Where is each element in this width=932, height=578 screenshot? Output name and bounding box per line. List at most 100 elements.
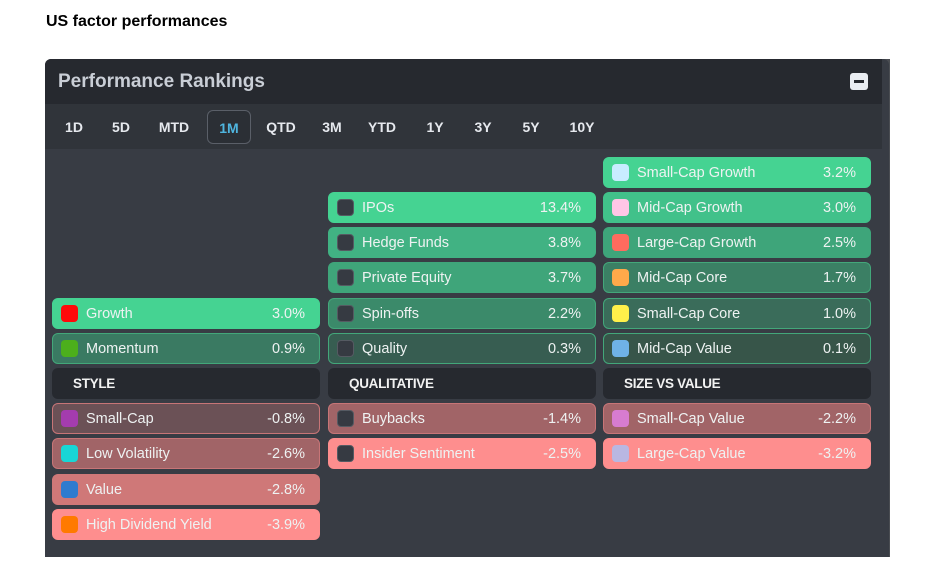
legend-swatch-icon[interactable] (337, 304, 354, 322)
legend-swatch-icon[interactable] (337, 269, 354, 287)
factor-row[interactable]: Hedge Funds 3.8% (328, 227, 596, 259)
factor-value: 13.4% (539, 200, 581, 216)
factor-row[interactable]: Small-Cap -0.8% (52, 403, 320, 435)
factor-name: Spin-offs (362, 305, 419, 322)
factor-row[interactable]: Small-Cap Value -2.2% (603, 403, 871, 435)
factor-name: IPOs (362, 200, 395, 216)
collapse-icon[interactable] (850, 73, 868, 90)
tab-1d[interactable]: 1D (56, 110, 92, 144)
legend-swatch-icon[interactable] (612, 304, 629, 322)
factor-value: -2.8% (267, 481, 305, 498)
factor-value: 0.1% (822, 340, 856, 357)
factor-value: -3.2% (818, 446, 856, 463)
factor-row[interactable]: IPOs 13.4% (328, 192, 596, 223)
factor-value: 3.8% (547, 235, 581, 252)
factor-row[interactable]: Spin-offs 2.2% (328, 297, 596, 329)
factor-value: 1.7% (822, 270, 856, 287)
factor-row[interactable]: Private Equity 3.7% (328, 262, 596, 294)
factor-value: 3.2% (822, 164, 856, 181)
factor-name: Hedge Funds (362, 235, 450, 252)
legend-swatch-icon[interactable] (337, 339, 354, 357)
factor-name: Private Equity (362, 270, 452, 287)
factor-row[interactable]: Large-Cap Growth 2.5% (603, 227, 871, 259)
legend-swatch-icon[interactable] (61, 515, 78, 533)
factor-value: 0.9% (271, 340, 305, 357)
factor-value: 3.0% (822, 200, 856, 216)
factor-name: Low Volatility (86, 446, 170, 463)
legend-swatch-icon[interactable] (337, 234, 354, 252)
factor-name: High Dividend Yield (86, 516, 212, 533)
factor-name: Mid-Cap Value (637, 340, 732, 357)
factor-value: -2.2% (818, 411, 856, 428)
factor-row[interactable]: Quality 0.3% (328, 332, 596, 364)
factor-value: 3.7% (547, 270, 581, 287)
factor-value: 1.0% (822, 305, 856, 322)
factor-row[interactable]: High Dividend Yield -3.9% (52, 508, 320, 540)
factor-row[interactable]: Mid-Cap Core 1.7% (603, 262, 871, 294)
factor-name: Value (86, 481, 123, 498)
legend-swatch-icon[interactable] (612, 163, 629, 181)
factor-row[interactable]: Value -2.8% (52, 473, 320, 505)
legend-swatch-icon[interactable] (612, 269, 629, 287)
tab-1m[interactable]: 1M (207, 110, 251, 144)
factor-value: -2.6% (267, 446, 305, 463)
group-header-label: QUALITATIVE (349, 376, 434, 391)
factor-row[interactable]: Buybacks -1.4% (328, 403, 596, 435)
factor-name: Momentum (86, 340, 159, 357)
factor-row[interactable]: Mid-Cap Value 0.1% (603, 332, 871, 364)
factor-name: Growth (86, 305, 133, 322)
legend-swatch-icon[interactable] (612, 410, 629, 428)
tab-mtd[interactable]: MTD (150, 110, 198, 144)
group-header-style: STYLE (52, 368, 320, 399)
factor-value: 0.3% (547, 340, 581, 357)
tab-10y[interactable]: 10Y (560, 110, 604, 144)
legend-swatch-icon[interactable] (61, 304, 78, 322)
legend-swatch-icon[interactable] (612, 445, 629, 463)
legend-swatch-icon[interactable] (612, 234, 629, 252)
factor-name: Buybacks (362, 411, 425, 428)
group-header-label: STYLE (73, 376, 116, 391)
factor-row[interactable]: Low Volatility -2.6% (52, 438, 320, 470)
factor-name: Small-Cap (86, 411, 154, 428)
legend-swatch-icon[interactable] (61, 339, 78, 357)
legend-swatch-icon[interactable] (61, 445, 78, 463)
factor-value: -2.5% (543, 446, 581, 463)
legend-swatch-icon[interactable] (61, 480, 78, 498)
tab-3m[interactable]: 3M (315, 110, 349, 144)
tab-qtd[interactable]: QTD (257, 110, 305, 144)
factor-row[interactable]: Growth 3.0% (52, 297, 320, 329)
performance-rankings-panel: Performance Rankings 1D 5D MTD 1M QTD 3M YTD 1Y… (45, 59, 889, 557)
factor-row[interactable]: Mid-Cap Growth 3.0% (603, 192, 871, 223)
period-tabs: 1D 5D MTD 1M QTD 3M YTD 1Y 3Y 5Y 10Y (45, 104, 882, 149)
factor-value: 3.0% (271, 305, 305, 322)
factor-row[interactable]: Small-Cap Core 1.0% (603, 297, 871, 329)
factor-value: 2.2% (547, 305, 581, 322)
tab-ytd[interactable]: YTD (359, 110, 405, 144)
factor-name: Small-Cap Core (637, 305, 741, 322)
factor-name: Quality (362, 340, 408, 357)
tab-5y[interactable]: 5Y (515, 110, 547, 144)
tab-3y[interactable]: 3Y (467, 110, 499, 144)
factor-row[interactable]: Momentum 0.9% (52, 332, 320, 364)
group-header-label: SIZE VS VALUE (624, 376, 721, 391)
factor-row[interactable]: Insider Sentiment -2.5% (328, 438, 596, 470)
legend-swatch-icon[interactable] (337, 410, 354, 428)
factor-row[interactable]: Large-Cap Value -3.2% (603, 438, 871, 470)
legend-swatch-icon[interactable] (61, 410, 78, 428)
tab-5d[interactable]: 5D (105, 110, 137, 144)
factor-value: -1.4% (543, 411, 581, 428)
factor-row[interactable]: Small-Cap Growth 3.2% (603, 156, 871, 188)
factor-name: Mid-Cap Growth (637, 200, 743, 216)
tab-1y[interactable]: 1Y (419, 110, 451, 144)
legend-swatch-icon[interactable] (612, 199, 629, 216)
factor-name: Mid-Cap Core (637, 270, 728, 287)
legend-swatch-icon[interactable] (337, 445, 354, 463)
factor-value: 2.5% (822, 235, 856, 252)
legend-swatch-icon[interactable] (337, 199, 354, 216)
page-title: US factor performances (46, 13, 228, 30)
panel-title: Performance Rankings (58, 71, 265, 92)
factor-value: -0.8% (267, 411, 305, 428)
legend-swatch-icon[interactable] (612, 339, 629, 357)
factor-name: Small-Cap Growth (637, 164, 756, 181)
group-header-qualitative: QUALITATIVE (328, 368, 596, 399)
